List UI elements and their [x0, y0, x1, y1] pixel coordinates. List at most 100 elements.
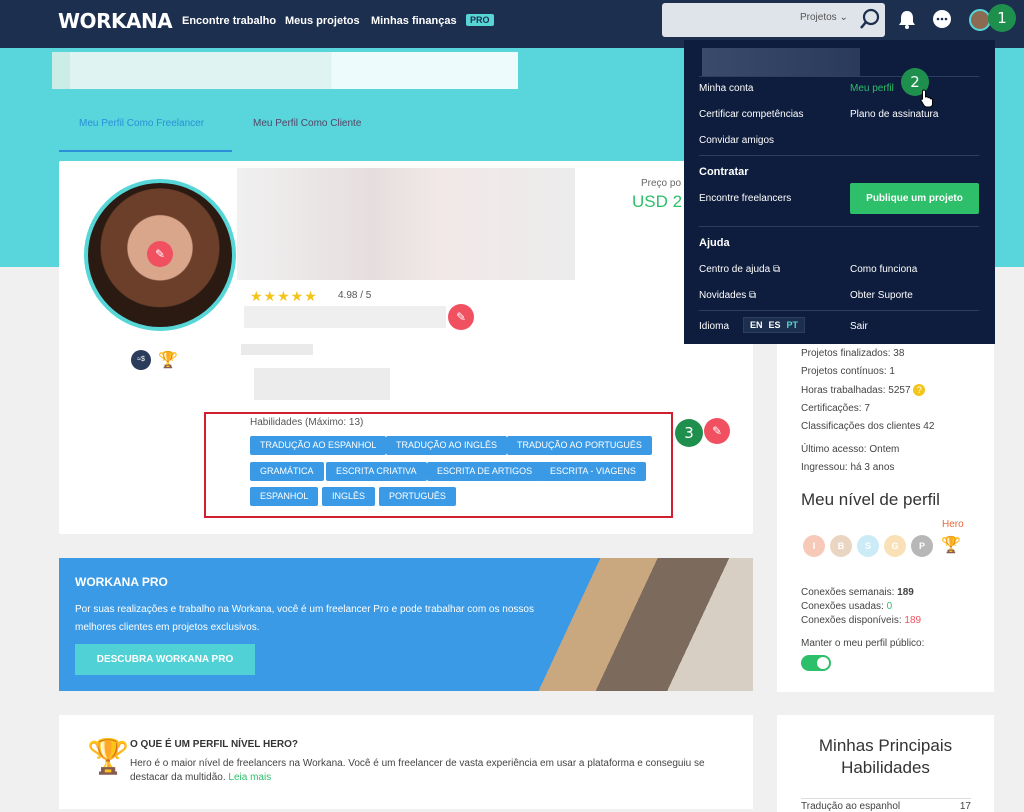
top-skill-count: 17	[959, 801, 971, 812]
available-connections-label: Conexões disponíveis:	[801, 615, 902, 626]
menu-find-freelancers[interactable]: Encontre freelancers	[699, 193, 791, 204]
available-connections: Conexões disponíveis: 189	[801, 615, 921, 626]
stat-hours: Horas trabalhadas: 5257 ?	[801, 384, 926, 396]
skill-chip[interactable]: TRADUÇÃO AO PORTUGUÊS	[507, 436, 652, 455]
current-level-label: Hero	[942, 519, 964, 530]
step-marker-1: 1	[988, 4, 1016, 32]
blurred-detail-2	[254, 368, 390, 400]
skill-chip[interactable]: TRADUÇÃO AO INGLÊS	[386, 436, 508, 455]
menu-hire-heading: Contratar	[699, 166, 749, 178]
hero-trophy-icon: 🏆	[87, 738, 130, 776]
menu-help-center[interactable]: Centro de ajuda ⧉	[699, 264, 780, 275]
price-value: USD 2	[632, 192, 683, 211]
tab-freelancer-profile[interactable]: Meu Perfil Como Freelancer	[79, 118, 204, 129]
chat-icon[interactable]	[931, 8, 953, 30]
blurred-headline	[237, 168, 575, 280]
used-connections-value: 0	[886, 601, 893, 612]
lang-en[interactable]: EN	[750, 320, 763, 330]
dollar-badge-icon: ≈$	[131, 350, 151, 370]
nav-find-work[interactable]: Encontre trabalho	[182, 15, 276, 27]
level-icon-g: G	[884, 535, 906, 557]
workana-pro-banner: WORKANA PRO Por suas realizações e traba…	[59, 558, 753, 691]
discover-pro-button[interactable]: DESCUBRA WORKANA PRO	[75, 644, 255, 675]
profile-tabs: Meu Perfil Como Freelancer Meu Perfil Co…	[59, 98, 753, 153]
hero-text: Hero é o maior nível de freelancers na W…	[130, 758, 705, 783]
skill-chip[interactable]: ESCRITA DE ARTIGOS	[427, 462, 543, 481]
menu-how-it-works[interactable]: Como funciona	[850, 264, 917, 275]
skill-chip[interactable]: ESCRITA CRIATIVA	[326, 462, 427, 481]
edit-skills-pencil-icon[interactable]: ✎	[704, 418, 730, 444]
nav-my-finances[interactable]: Minhas finanças	[371, 15, 457, 27]
hero-info-card: 🏆 O QUE É UM PERFIL NÍVEL HERO? Hero é o…	[59, 715, 753, 809]
bell-icon[interactable]	[896, 8, 918, 30]
search-scope-select[interactable]: Projetos ⌄	[800, 12, 848, 23]
publish-project-button[interactable]: Publique um projeto	[850, 183, 979, 214]
search-input[interactable]	[662, 3, 885, 37]
weekly-connections-value: 189	[897, 587, 914, 598]
skill-chip[interactable]: INGLÊS	[322, 487, 376, 506]
menu-my-account[interactable]: Minha conta	[699, 83, 753, 94]
skill-chip[interactable]: TRADUÇÃO AO ESPANHOL	[250, 436, 387, 455]
weekly-connections-label: Conexões semanais:	[801, 587, 895, 598]
profile-stats-card: Projetos finalizados: 38 Projetos contín…	[777, 330, 994, 692]
rating-stars: ★★★★★	[250, 288, 318, 304]
weekly-connections: Conexões semanais: 189	[801, 587, 914, 598]
hero-description: Hero é o maior nível de freelancers na W…	[130, 757, 730, 785]
nav-my-projects[interactable]: Meus projetos	[285, 15, 360, 27]
top-skill-name: Tradução ao espanhol	[801, 801, 901, 812]
skill-chip[interactable]: GRAMÁTICA	[250, 462, 324, 481]
menu-my-profile[interactable]: Meu perfil	[850, 83, 894, 94]
menu-divider	[699, 155, 979, 156]
public-profile-toggle[interactable]	[801, 655, 831, 671]
rating-value: 4.98 / 5	[338, 290, 372, 301]
workana-logo[interactable]: WORKANA	[58, 9, 173, 33]
menu-divider	[699, 76, 979, 77]
edit-info-pencil-icon[interactable]: ✎	[448, 304, 474, 330]
level-icon-i: I	[803, 535, 825, 557]
stat-ongoing: Projetos contínuos: 1	[801, 366, 895, 377]
blurred-location	[244, 306, 446, 328]
menu-subscription-plan[interactable]: Plano de assinatura	[850, 109, 938, 120]
toggle-knob	[817, 657, 829, 669]
menu-divider	[699, 310, 979, 311]
menu-language-label: Idioma	[699, 321, 730, 332]
stat-hours-text: Horas trabalhadas: 5257	[801, 385, 911, 396]
stat-joined: Ingressou: há 3 anos	[801, 462, 895, 473]
help-icon[interactable]: ?	[913, 384, 926, 396]
hero-question: O QUE É UM PERFIL NÍVEL HERO?	[130, 739, 298, 750]
menu-divider	[699, 226, 979, 227]
read-more-link[interactable]: Leia mais	[228, 772, 271, 783]
skill-chip[interactable]: PORTUGUÊS	[379, 487, 456, 506]
search-icon[interactable]	[857, 6, 883, 32]
stat-reviews: Classificações dos clientes 42	[801, 421, 935, 432]
menu-invite-friends[interactable]: Convidar amigos	[699, 135, 774, 146]
edit-photo-pencil-icon[interactable]: ✎	[147, 241, 173, 267]
pro-banner-title: WORKANA PRO	[75, 575, 168, 589]
level-icon-s: S	[857, 535, 879, 557]
menu-certify-skills[interactable]: Certificar competências	[699, 109, 803, 120]
level-title: Meu nível de perfil	[801, 490, 940, 509]
menu-get-support[interactable]: Obter Suporte	[850, 290, 913, 301]
blurred-detail	[241, 344, 313, 355]
stat-last-access: Último acesso: Ontem	[801, 444, 900, 455]
stat-finished: Projetos finalizados: 38	[801, 348, 905, 359]
menu-logout[interactable]: Sair	[850, 321, 868, 332]
blurred-user-name	[702, 48, 860, 76]
banner-photo	[529, 558, 753, 691]
stat-certifications[interactable]: Certificações: 7	[801, 403, 870, 414]
price-label: Preço po	[641, 178, 682, 189]
skill-chip[interactable]: ESCRITA - VIAGENS	[540, 462, 646, 481]
menu-news[interactable]: Novidades ⧉	[699, 290, 756, 301]
used-connections: Conexões usadas: 0	[801, 601, 892, 612]
top-skills-title: Minhas Principais Habilidades	[818, 736, 953, 777]
lang-pt[interactable]: PT	[787, 320, 799, 330]
user-dropdown-menu: Minha conta Meu perfil Certificar compet…	[684, 40, 995, 344]
public-profile-label: Manter o meu perfil público:	[801, 638, 925, 649]
used-connections-label: Conexões usadas:	[801, 601, 884, 612]
tab-client-profile[interactable]: Meu Perfil Como Cliente	[253, 118, 361, 129]
level-icon-hero: 🏆	[941, 537, 961, 554]
skills-title: Habilidades (Máximo: 13)	[250, 417, 364, 428]
skill-chip[interactable]: ESPANHOL	[250, 487, 319, 506]
trophy-icon: 🏆	[158, 352, 178, 369]
lang-es[interactable]: ES	[769, 320, 781, 330]
